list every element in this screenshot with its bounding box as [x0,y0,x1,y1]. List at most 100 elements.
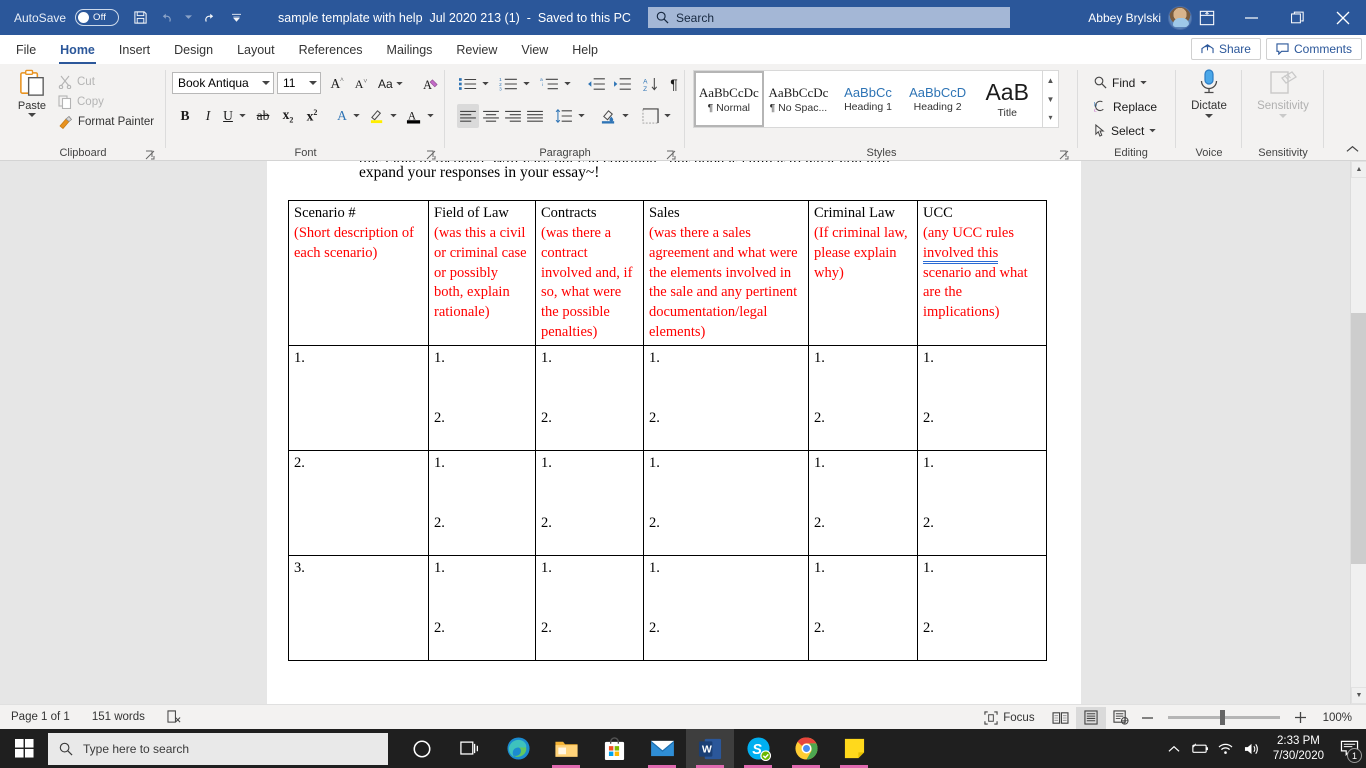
line-spacing-icon[interactable] [553,104,575,128]
align-center-icon[interactable] [480,104,502,128]
header-cell-scenario[interactable]: Scenario # (Short description of each sc… [288,199,429,347]
subscript-icon[interactable]: x2 [277,104,299,128]
text-effects-dropdown-icon[interactable] [350,104,362,128]
cell-contracts-1[interactable]: 1. 2. [535,345,644,452]
cell-contracts-2[interactable]: 1. 2. [535,450,644,557]
save-icon[interactable] [127,5,153,31]
undo-icon[interactable] [155,5,181,31]
share-button[interactable]: Share [1190,38,1261,60]
style-no-spacing[interactable]: AaBbCcDc ¶ No Spac... [764,71,834,127]
show-formatting-marks-icon[interactable]: ¶ [663,72,685,96]
styles-more-icon[interactable]: ▾ [1043,108,1058,127]
volume-icon[interactable] [1239,729,1265,768]
style-title[interactable]: AaB Title [972,71,1042,127]
restore-button[interactable] [1274,0,1320,35]
change-case-icon[interactable]: Aa [378,72,403,96]
replace-button[interactable]: bc Replace [1094,96,1157,117]
undo-dropdown-icon[interactable] [183,5,193,31]
scroll-down-icon[interactable]: ▼ [1351,687,1366,704]
cell-criminal-3[interactable]: 1. 2. [808,555,918,662]
tab-layout[interactable]: Layout [225,35,287,64]
style-heading-1[interactable]: AaBbCс Heading 1 [833,71,903,127]
tab-view[interactable]: View [509,35,560,64]
align-left-icon[interactable] [457,104,479,128]
collapse-ribbon-icon[interactable] [1346,144,1359,156]
numbering-icon[interactable]: 123 [497,72,519,96]
grammar-error-text[interactable]: involved this [923,244,999,264]
clear-formatting-icon[interactable]: A [420,72,442,96]
cell-scenario-1[interactable]: 1. [288,345,429,452]
superscript-icon[interactable]: x2 [301,104,323,128]
tab-insert[interactable]: Insert [107,35,162,64]
cell-criminal-2[interactable]: 1. 2. [808,450,918,557]
find-button[interactable]: Find [1094,72,1148,93]
document-page[interactable]: this table to respond. Will vary but can… [267,161,1081,704]
redo-icon[interactable] [195,5,221,31]
header-cell-criminal-law[interactable]: Criminal Law (If criminal law, please ex… [808,199,918,347]
shading-icon[interactable] [597,104,619,128]
microsoft-store-icon[interactable] [590,729,638,768]
bold-icon[interactable]: B [174,104,196,128]
header-cell-field-of-law[interactable]: Field of Law (was this a civil or crimin… [428,199,536,347]
edge-icon[interactable] [494,729,542,768]
sensitivity-button[interactable]: Sensitivity [1255,68,1311,119]
borders-dropdown-icon[interactable] [661,104,673,128]
word-icon[interactable]: W [686,729,734,768]
style-normal[interactable]: AaBbCcDc ¶ Normal [694,71,764,127]
zoom-in-button[interactable] [1289,705,1312,730]
taskbar-clock[interactable]: 2:33 PM 7/30/2020 [1265,734,1332,763]
header-cell-contracts[interactable]: Contracts (was there a contract involved… [535,199,644,347]
cell-ucc-1[interactable]: 1. 2. [917,345,1047,452]
dictate-button[interactable]: Dictate [1181,68,1237,119]
clipboard-dialog-launcher[interactable] [145,147,156,160]
mail-icon[interactable] [638,729,686,768]
copy-button[interactable]: Copy [56,92,154,112]
web-layout-icon[interactable] [1106,707,1136,729]
minimize-button[interactable] [1228,0,1274,35]
header-cell-ucc[interactable]: UCC (any UCC rules involved this scenari… [917,199,1047,347]
tab-review[interactable]: Review [444,35,509,64]
sort-icon[interactable]: AZ [640,72,662,96]
borders-icon[interactable] [639,104,661,128]
ribbon-display-options-icon[interactable] [1186,0,1228,35]
align-right-icon[interactable] [502,104,524,128]
scroll-up-icon[interactable]: ▲ [1351,161,1366,178]
document-area[interactable]: this table to respond. Will vary but can… [0,161,1366,704]
styles-scroll-up-icon[interactable]: ▲ [1043,71,1058,90]
strikethrough-icon[interactable]: ab [252,104,274,128]
select-button[interactable]: Select [1094,120,1157,141]
chrome-icon[interactable] [782,729,830,768]
tab-references[interactable]: References [287,35,375,64]
styles-scroll-down-icon[interactable]: ▼ [1043,90,1058,109]
tab-design[interactable]: Design [162,35,225,64]
close-button[interactable] [1320,0,1366,35]
shading-dropdown-icon[interactable] [619,104,631,128]
bullets-icon[interactable] [457,72,479,96]
task-view-icon[interactable] [446,729,494,768]
cell-criminal-1[interactable]: 1. 2. [808,345,918,452]
cell-contracts-3[interactable]: 1. 2. [535,555,644,662]
word-count[interactable]: 151 words [81,705,156,730]
file-explorer-icon[interactable] [542,729,590,768]
cell-ucc-3[interactable]: 1. 2. [917,555,1047,662]
cortana-icon[interactable] [398,729,446,768]
text-highlight-icon[interactable] [366,104,388,128]
font-color-dropdown-icon[interactable] [424,104,436,128]
multilevel-dropdown-icon[interactable] [561,72,573,96]
paragraph-dialog-launcher[interactable] [666,147,677,160]
read-mode-icon[interactable] [1046,707,1076,729]
cell-scenario-2[interactable]: 2. [288,450,429,557]
show-hidden-icons-icon[interactable] [1161,729,1187,768]
italic-icon[interactable]: I [197,104,219,128]
cell-sales-2[interactable]: 1. 2. [643,450,809,557]
scenario-table[interactable]: Scenario # (Short description of each sc… [288,199,1047,662]
vertical-scrollbar[interactable]: ▲ ▼ [1350,161,1366,704]
font-color-icon[interactable]: A [403,104,425,128]
taskbar-search-input[interactable]: Type here to search [48,732,388,765]
page-indicator[interactable]: Page 1 of 1 [0,705,81,730]
cell-sales-1[interactable]: 1. 2. [643,345,809,452]
shrink-font-icon[interactable]: A˅ [350,72,372,96]
comments-button[interactable]: Comments [1265,38,1362,60]
proofing-errors-icon[interactable] [156,705,193,730]
zoom-level[interactable]: 100% [1312,705,1366,730]
